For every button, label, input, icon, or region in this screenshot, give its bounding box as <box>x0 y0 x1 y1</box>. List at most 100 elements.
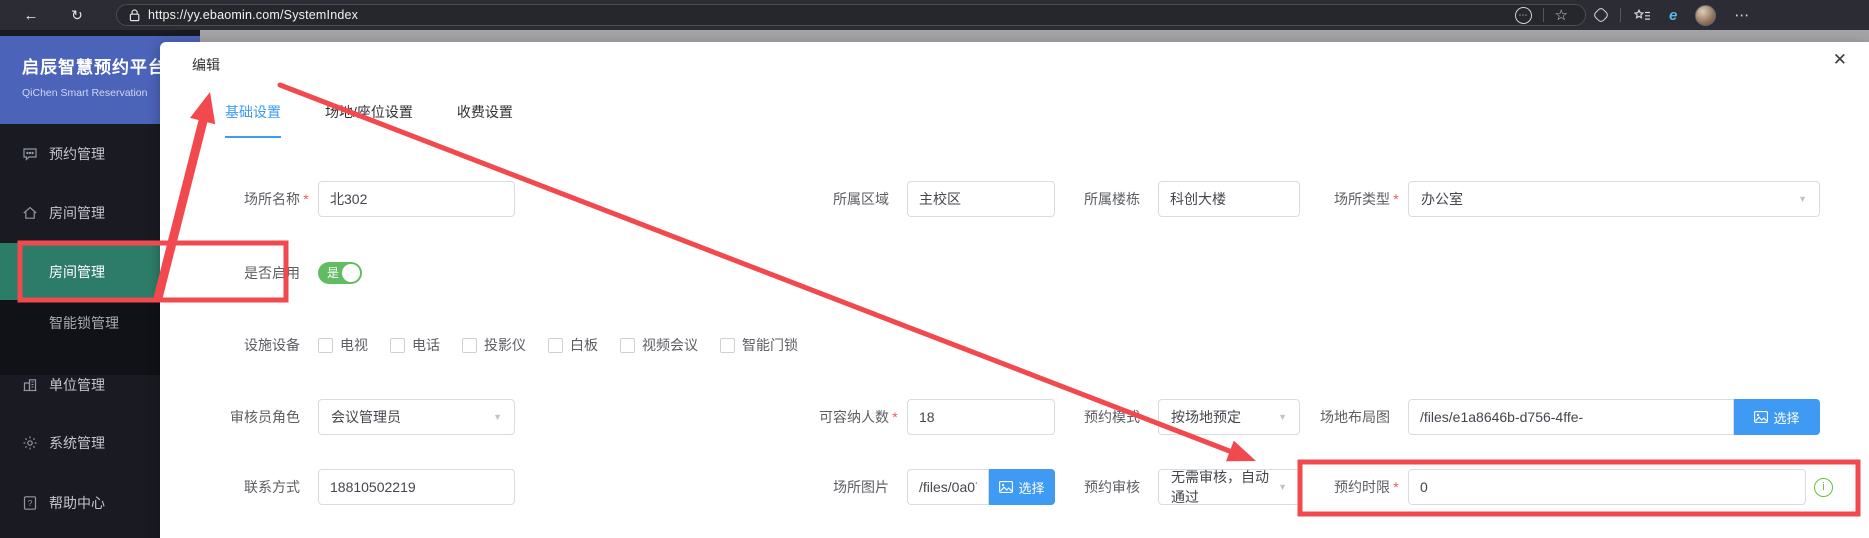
field-label: 场所图片 <box>833 479 889 495</box>
select-value: 按场地预定 <box>1171 409 1241 425</box>
field-label: 场地布局图 <box>1320 409 1390 425</box>
checkbox[interactable] <box>462 337 477 353</box>
facility-checkbox-smartlock[interactable]: 智能门锁 <box>720 335 798 355</box>
checkbox-label: 电话 <box>412 337 440 353</box>
checkbox[interactable] <box>318 337 333 353</box>
field-label: 场所名称 <box>244 191 300 207</box>
field-label: 可容纳人数 <box>819 409 889 425</box>
browser-bar: ← ↻ https://yy.ebaomin.com/SystemIndex ⋯… <box>0 0 1869 30</box>
venue-type-select[interactable]: 办公室 ▼ <box>1408 181 1820 217</box>
profile-avatar[interactable] <box>1695 4 1717 26</box>
required-mark: * <box>1393 479 1399 495</box>
enabled-toggle[interactable]: 是 <box>318 262 362 284</box>
dialog-title: 编辑 <box>192 57 220 73</box>
tab-fee-settings[interactable]: 收费设置 <box>457 102 513 138</box>
sidebar-item-label: 单位管理 <box>49 377 105 393</box>
sidebar-item-label: 预约管理 <box>49 146 105 162</box>
contact-input[interactable] <box>318 469 515 505</box>
divider <box>1620 8 1621 22</box>
facility-checkbox-videoconf[interactable]: 视频会议 <box>620 335 698 355</box>
gear-icon <box>21 435 38 451</box>
pick-button-label: 选择 <box>1773 410 1800 426</box>
field-facilities: 设施设备 电视 电话 投影仪 白板 视频会议 智能门锁 <box>170 327 798 363</box>
field-label: 所属区域 <box>833 191 889 207</box>
browser-essentials-icon[interactable] <box>1592 6 1610 24</box>
layout-image-pick-button[interactable]: 选择 <box>1734 399 1820 435</box>
field-time-limit: 预约时限 * i <box>1240 469 1833 505</box>
field-venue-type: 场所类型 * 办公室 ▼ <box>1240 181 1820 217</box>
sidebar-item-label: 系统管理 <box>49 435 105 451</box>
venue-name-input[interactable] <box>318 181 515 217</box>
chevron-down-icon: ▼ <box>493 412 502 422</box>
checkbox-label: 投影仪 <box>484 337 526 353</box>
close-icon[interactable]: ✕ <box>1833 51 1847 68</box>
url-text[interactable]: https://yy.ebaomin.com/SystemIndex <box>148 8 358 22</box>
select-value: 办公室 <box>1421 191 1463 207</box>
checkbox[interactable] <box>720 337 735 353</box>
lock-icon <box>129 8 140 22</box>
checkbox-label: 电视 <box>340 337 368 353</box>
browser-menu-icon[interactable]: ⋯ <box>1734 6 1750 24</box>
time-limit-input[interactable] <box>1408 469 1806 505</box>
image-icon <box>1754 411 1769 423</box>
field-label: 场所类型 <box>1334 191 1390 207</box>
venue-image-input[interactable] <box>907 469 989 505</box>
svg-text:?: ? <box>27 498 32 508</box>
layout-image-input[interactable] <box>1408 399 1734 435</box>
more-circle-icon[interactable]: ⋯ <box>1514 6 1532 24</box>
field-label: 联系方式 <box>244 479 300 495</box>
select-value: 会议管理员 <box>331 409 401 425</box>
field-label: 所属楼栋 <box>1084 191 1140 207</box>
tab-basic-settings[interactable]: 基础设置 <box>225 102 281 138</box>
required-mark: * <box>303 191 309 207</box>
ie-mode-icon[interactable]: e <box>1669 7 1677 24</box>
field-reviewer-role: 审核员角色 会议管理员 ▼ <box>170 399 515 435</box>
checkbox[interactable] <box>548 337 563 353</box>
toggle-on-label: 是 <box>327 266 340 280</box>
sidebar-subitem-label: 智能锁管理 <box>49 314 119 331</box>
field-label: 设施设备 <box>244 337 300 353</box>
checkbox[interactable] <box>390 337 405 353</box>
tab-venue-seat-settings[interactable]: 场地/座位设置 <box>325 102 413 138</box>
checkbox-label: 智能门锁 <box>742 337 798 353</box>
reviewer-role-select[interactable]: 会议管理员 ▼ <box>318 399 515 435</box>
refresh-icon[interactable]: ↻ <box>64 7 90 24</box>
field-label: 预约模式 <box>1084 409 1140 425</box>
settings-tabs: 基础设置 场地/座位设置 收费设置 <box>225 102 513 138</box>
field-label: 预约审核 <box>1084 479 1140 495</box>
divider <box>1542 8 1544 22</box>
chevron-down-icon: ▼ <box>1798 194 1807 204</box>
field-label: 是否启用 <box>244 265 300 281</box>
sidebar-subitem-label: 房间管理 <box>49 263 105 280</box>
favorite-star-icon[interactable]: ☆ <box>1555 6 1568 24</box>
sidebar-item-label: 房间管理 <box>49 205 105 221</box>
chat-bubble-icon <box>21 146 38 162</box>
screen: ← ↻ https://yy.ebaomin.com/SystemIndex ⋯… <box>0 0 1869 538</box>
address-bar[interactable]: https://yy.ebaomin.com/SystemIndex ⋯ ☆ <box>116 4 1586 26</box>
required-mark: * <box>1393 191 1399 207</box>
building-icon <box>21 377 38 393</box>
facility-checkbox-projector[interactable]: 投影仪 <box>462 335 526 355</box>
back-icon[interactable]: ← <box>18 7 44 24</box>
facility-checkbox-whiteboard[interactable]: 白板 <box>548 335 598 355</box>
checkbox[interactable] <box>620 337 635 353</box>
facility-checkbox-phone[interactable]: 电话 <box>390 335 440 355</box>
info-icon[interactable]: i <box>1814 477 1833 497</box>
checkbox-label: 视频会议 <box>642 337 698 353</box>
field-layout-image: 场地布局图 选择 <box>1240 399 1820 435</box>
field-venue-name: 场所名称 * <box>170 181 515 217</box>
favorites-list-icon[interactable] <box>1634 8 1651 22</box>
facility-checkbox-tv[interactable]: 电视 <box>318 335 368 355</box>
field-contact: 联系方式 <box>170 469 515 505</box>
field-label: 审核员角色 <box>230 409 300 425</box>
edit-dialog: 编辑 ✕ 基础设置 场地/座位设置 收费设置 <box>160 42 1869 538</box>
toggle-knob <box>342 264 360 282</box>
sidebar-item-label: 帮助中心 <box>49 495 105 511</box>
field-enabled: 是否启用 是 <box>170 255 362 291</box>
required-mark: * <box>892 409 898 425</box>
help-icon: ? <box>21 495 38 511</box>
checkbox-label: 白板 <box>570 337 598 353</box>
home-icon <box>21 205 38 221</box>
facilities-group: 电视 电话 投影仪 白板 视频会议 智能门锁 <box>318 335 798 355</box>
field-label: 预约时限 <box>1334 479 1390 495</box>
